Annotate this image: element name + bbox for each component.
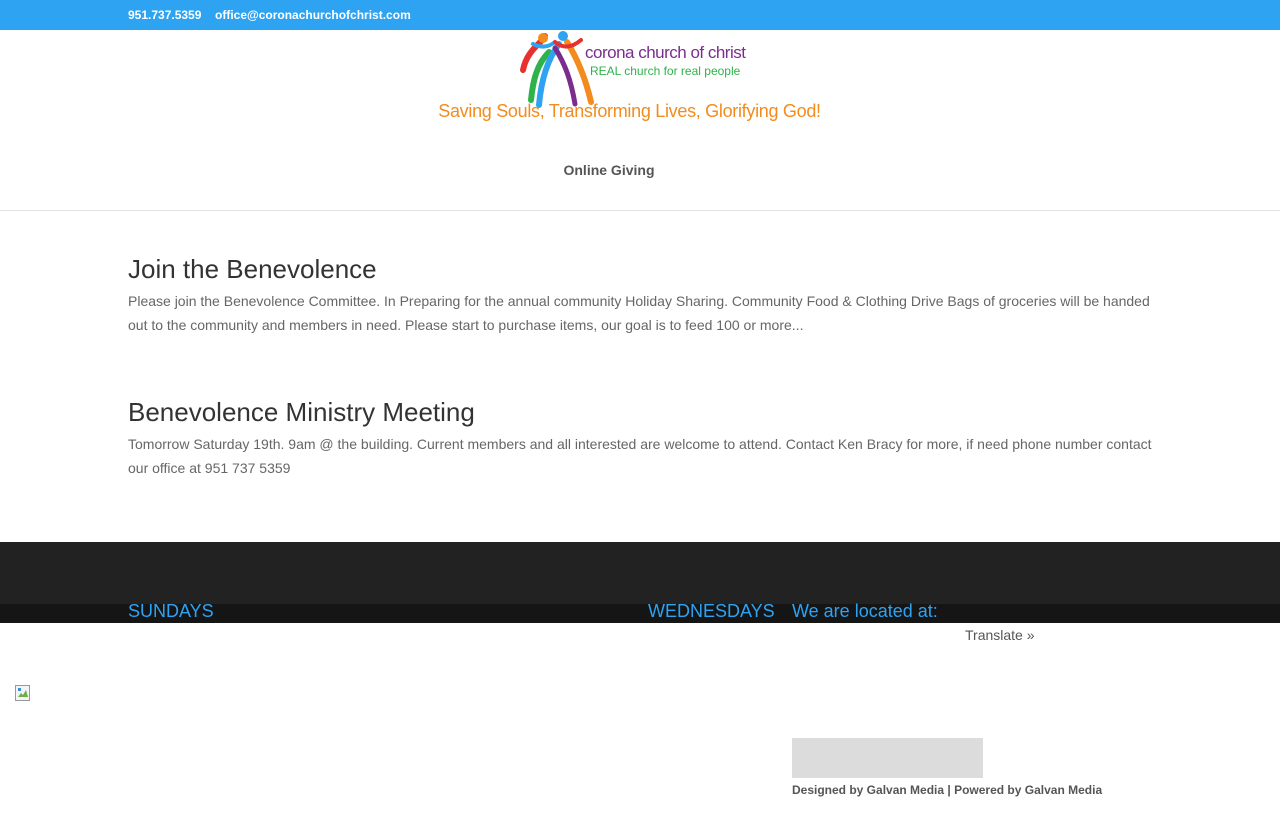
post-excerpt: Please join the Benevolence Committee. I… xyxy=(128,293,1150,333)
header-divider xyxy=(0,210,1280,211)
footer-map-placeholder xyxy=(792,738,983,778)
footer-credits[interactable]: Designed by Galvan Media | Powered by Ga… xyxy=(792,783,1102,797)
site-logo[interactable]: corona church of christ REAL church for … xyxy=(515,30,750,108)
logo-slogan: REAL church for real people xyxy=(590,64,741,78)
nav-item-online-giving[interactable]: Online Giving xyxy=(0,162,1218,178)
logo-figures-icon xyxy=(520,31,594,108)
footer-heading-sundays: SUNDAYS xyxy=(128,601,214,621)
broken-image-icon xyxy=(15,685,30,701)
footer-heading-wednesdays: WEDNESDAYS xyxy=(648,601,775,621)
site-tagline: Saving Souls, Transforming Lives, Glorif… xyxy=(438,101,821,121)
email-link[interactable]: office@coronachurchofchrist.com xyxy=(215,8,411,22)
post-title[interactable]: Join the Benevolence xyxy=(128,254,377,285)
footer-widget-area xyxy=(0,542,1280,604)
top-bar: 951.737.5359 office@coronachurchofchrist… xyxy=(0,0,1280,30)
translate-link[interactable]: Translate » xyxy=(965,627,1035,643)
post-excerpt: Tomorrow Saturday 19th. 9am @ the buildi… xyxy=(128,436,1152,476)
footer-heading-location: We are located at: xyxy=(792,601,938,621)
post-title[interactable]: Benevolence Ministry Meeting xyxy=(128,397,475,428)
logo-wordmark: corona church of christ xyxy=(585,43,746,62)
phone-link[interactable]: 951.737.5359 xyxy=(128,8,201,22)
